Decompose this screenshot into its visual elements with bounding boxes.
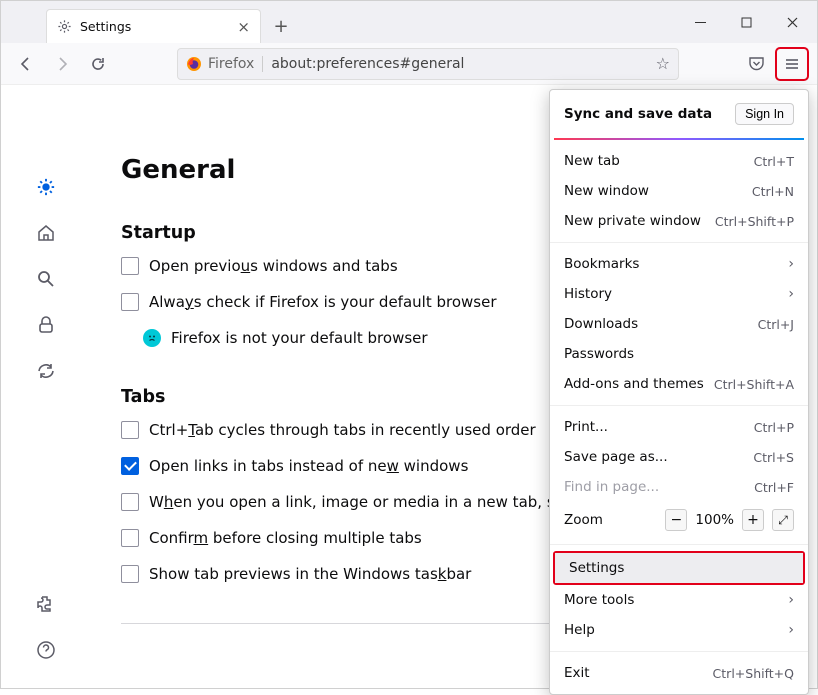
pocket-icon[interactable] (739, 47, 773, 81)
menu-print[interactable]: Print...Ctrl+P (550, 412, 808, 442)
checkbox[interactable] (121, 493, 139, 511)
menu-zoom: Zoom − 100% + ⤢ (550, 502, 808, 538)
checkbox[interactable] (121, 257, 139, 275)
menu-addons[interactable]: Add-ons and themesCtrl+Shift+A (550, 369, 808, 399)
gear-icon (57, 19, 72, 34)
highlighted-settings-item: Settings (553, 551, 805, 585)
sidebar-home[interactable] (28, 215, 64, 251)
menu-passwords[interactable]: Passwords (550, 339, 808, 369)
zoom-in-button[interactable]: + (742, 509, 764, 531)
new-tab-button[interactable]: + (267, 12, 295, 40)
menu-help[interactable]: Help› (550, 615, 808, 645)
sidebar-search[interactable] (28, 261, 64, 297)
url-bar[interactable]: Firefox about:preferences#general ☆ (177, 48, 679, 80)
identity-label: Firefox (208, 56, 254, 72)
menu-bookmarks[interactable]: Bookmarks› (550, 249, 808, 279)
maximize-icon[interactable] (723, 7, 769, 37)
app-menu-button[interactable] (778, 50, 806, 78)
chevron-right-icon: › (788, 256, 794, 272)
menu-exit[interactable]: ExitCtrl+Shift+Q (550, 658, 808, 688)
menu-save-as[interactable]: Save page as...Ctrl+S (550, 442, 808, 472)
highlighted-menu-button (775, 47, 809, 81)
checkbox[interactable] (121, 421, 139, 439)
window-controls (677, 5, 817, 39)
zoom-level: 100% (695, 512, 734, 528)
titlebar: Settings × + (1, 1, 817, 43)
reload-button[interactable] (81, 47, 115, 81)
sidebar-extensions[interactable] (28, 586, 64, 622)
chevron-right-icon: › (788, 286, 794, 302)
sidebar-help[interactable] (28, 632, 64, 668)
fullscreen-button[interactable]: ⤢ (772, 509, 794, 531)
browser-tab[interactable]: Settings × (46, 9, 261, 43)
sync-row: Sync and save data Sign In (550, 96, 808, 132)
menu-new-private[interactable]: New private windowCtrl+Shift+P (550, 206, 808, 236)
bookmark-star-icon[interactable]: ☆ (656, 54, 670, 73)
tabs-strip: Settings × + (46, 9, 295, 43)
tab-title: Settings (80, 19, 131, 34)
menu-downloads[interactable]: DownloadsCtrl+J (550, 309, 808, 339)
back-button[interactable] (9, 47, 43, 81)
menu-history[interactable]: History› (550, 279, 808, 309)
chevron-right-icon: › (788, 622, 794, 638)
sign-in-button[interactable]: Sign In (735, 103, 794, 125)
sidebar-privacy[interactable] (28, 307, 64, 343)
checkbox[interactable] (121, 565, 139, 583)
minimize-icon[interactable] (677, 7, 723, 37)
sidebar-sync[interactable] (28, 353, 64, 389)
menu-new-window[interactable]: New windowCtrl+N (550, 176, 808, 206)
checkbox[interactable] (121, 457, 139, 475)
close-tab-icon[interactable]: × (237, 18, 250, 36)
menu-new-tab[interactable]: New tabCtrl+T (550, 146, 808, 176)
settings-sidebar (1, 85, 91, 688)
zoom-out-button[interactable]: − (665, 509, 687, 531)
identity-box[interactable]: Firefox (186, 56, 263, 72)
menu-settings[interactable]: Settings (555, 553, 803, 583)
sad-face-icon (143, 329, 161, 347)
forward-button[interactable] (45, 47, 79, 81)
close-window-icon[interactable] (769, 7, 815, 37)
chevron-right-icon: › (788, 592, 794, 608)
url-text: about:preferences#general (271, 56, 464, 72)
navigation-toolbar: Firefox about:preferences#general ☆ (1, 43, 817, 85)
checkbox[interactable] (121, 293, 139, 311)
sidebar-general[interactable] (28, 169, 64, 205)
menu-find: Find in page...Ctrl+F (550, 472, 808, 502)
app-menu-popup: Sync and save data Sign In New tabCtrl+T… (549, 89, 809, 695)
menu-more-tools[interactable]: More tools› (550, 585, 808, 615)
checkbox[interactable] (121, 529, 139, 547)
firefox-logo-icon (186, 56, 202, 72)
